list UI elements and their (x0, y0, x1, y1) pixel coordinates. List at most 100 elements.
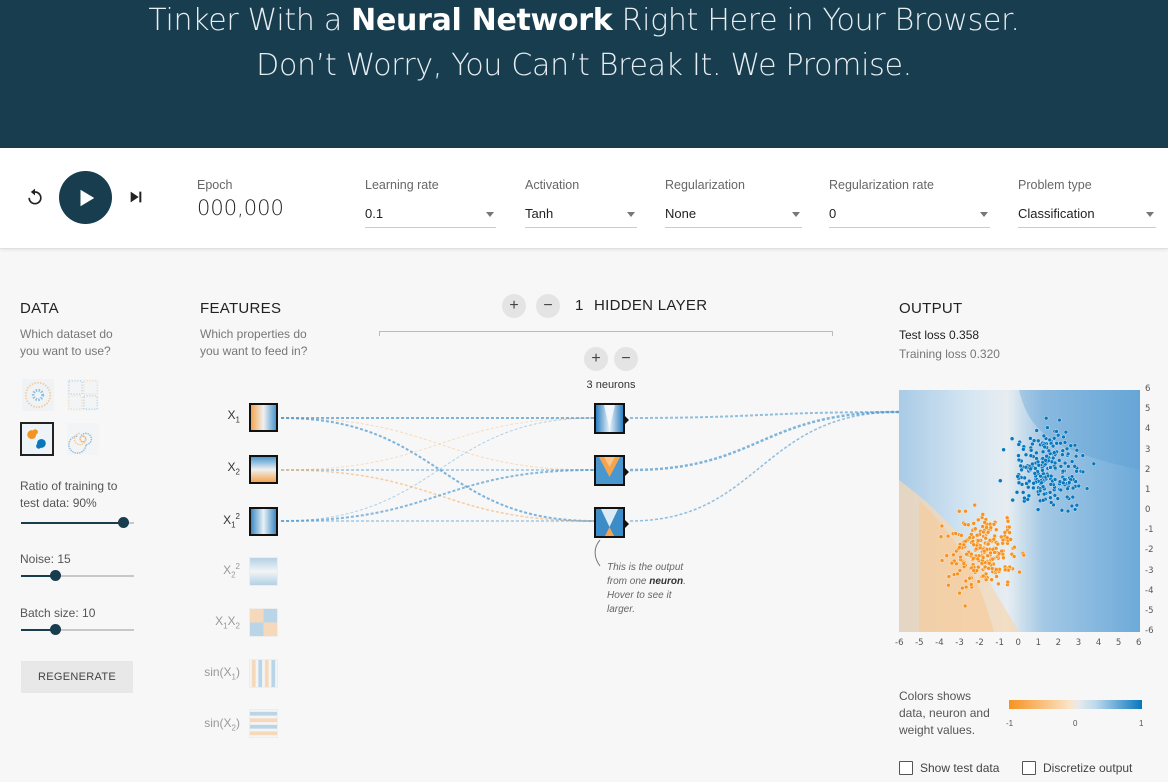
data-point (973, 526, 978, 531)
learning-rate-label: Learning rate (365, 178, 439, 192)
data-point (1048, 482, 1054, 487)
data-point (945, 533, 951, 539)
y-tick: -2 (1145, 545, 1154, 556)
data-point (957, 545, 962, 550)
x-tick: 5 (1115, 638, 1122, 648)
noise-slider[interactable] (21, 570, 134, 582)
data-point (985, 541, 991, 547)
headline-line-1: Tinker With a Neural Network Right Here … (148, 3, 1020, 38)
data-point (938, 534, 944, 539)
regularization-rate-label: Regularization rate (829, 178, 934, 192)
headline-line-2: Don’t Worry, You Can’t Break It. We Prom… (256, 48, 912, 83)
legend-min: -1 (1006, 719, 1014, 728)
slider-handle[interactable] (49, 570, 61, 581)
data-point (1040, 468, 1045, 473)
problem-type-select[interactable]: Classification (1018, 204, 1156, 228)
activation-select[interactable]: Tanh (525, 204, 637, 228)
data-point (1072, 507, 1078, 512)
data-point (951, 552, 956, 558)
feature-x1[interactable] (249, 403, 278, 432)
remove-neuron-button[interactable]: − (614, 347, 638, 371)
regularization-rate-select[interactable]: 0 (829, 204, 990, 228)
regenerate-button[interactable]: REGENERATE (21, 661, 133, 693)
data-point (1009, 436, 1015, 441)
control-bar: Epoch 000,000 Learning rate 0.1 Activati… (0, 148, 1168, 249)
feature-x1-squared[interactable] (249, 507, 278, 536)
neuron-hint-text: This is the output from one neuron. Hove… (607, 562, 686, 615)
y-tick: 4 (1145, 424, 1151, 435)
data-point (1036, 438, 1041, 443)
data-point (1000, 537, 1006, 543)
feature-x2[interactable] (249, 455, 278, 484)
data-point (1091, 461, 1097, 467)
data-point (979, 561, 985, 566)
dataset-circle[interactable] (21, 378, 55, 412)
x-tick: -4 (935, 638, 944, 648)
neuron-1[interactable] (594, 403, 629, 434)
dataset-gaussian[interactable] (20, 422, 54, 456)
data-point (962, 522, 968, 527)
add-neuron-button[interactable]: + (584, 347, 608, 371)
output-heatmap (899, 390, 1140, 632)
data-point (987, 521, 993, 527)
activation-field: Activation Tanh (525, 178, 637, 228)
data-point (959, 533, 964, 538)
data-point (985, 530, 991, 535)
features-heading: FEATURES (200, 300, 282, 317)
data-point (964, 552, 969, 557)
dataset-xor[interactable] (66, 378, 100, 412)
data-subtitle: Which dataset do you want to use? (20, 327, 113, 358)
data-point (1080, 469, 1086, 475)
slider-handle[interactable] (49, 624, 61, 635)
neuron-3[interactable] (594, 507, 629, 538)
data-point (1036, 463, 1042, 468)
data-point (1041, 491, 1047, 497)
slider-handle[interactable] (117, 517, 129, 528)
feature-x2-squared[interactable] (249, 557, 278, 586)
test-loss: Test loss 0.358 (899, 328, 980, 342)
regularization-select[interactable]: None (665, 204, 802, 228)
data-point (1001, 447, 1006, 452)
data-point (1062, 460, 1068, 466)
x-tick: 1 (1035, 638, 1041, 648)
data-point (1061, 480, 1066, 486)
data-point (1031, 485, 1036, 491)
data-point (1008, 537, 1013, 542)
discretize-output-checkbox[interactable]: Discretize output (1022, 761, 1132, 775)
ratio-slider[interactable] (21, 517, 134, 529)
data-point (1057, 458, 1062, 463)
data-point (1052, 477, 1058, 482)
y-tick: -6 (1145, 626, 1154, 636)
data-point (1058, 464, 1064, 469)
data-point (974, 533, 980, 538)
reset-button[interactable] (22, 184, 48, 210)
data-point (1016, 480, 1022, 486)
data-heading: DATA (20, 300, 59, 317)
data-point (1035, 507, 1041, 512)
add-layer-button[interactable]: + (502, 294, 526, 318)
headline-bold: Neural Network (351, 3, 613, 38)
data-point (999, 548, 1004, 554)
data-point (1028, 466, 1033, 472)
data-point (984, 525, 989, 530)
show-test-data-checkbox[interactable]: Show test data (899, 761, 999, 775)
batch-size-slider[interactable] (21, 624, 134, 636)
data-point (1055, 496, 1061, 501)
data-point (1028, 453, 1034, 458)
data-point (946, 582, 951, 588)
feature-sin-x1[interactable] (249, 659, 278, 688)
data-point (1051, 436, 1057, 441)
regularization-label: Regularization (665, 178, 745, 192)
dataset-spiral[interactable] (66, 422, 100, 456)
learning-rate-select[interactable]: 0.1 (365, 204, 496, 228)
feature-x1x2[interactable] (249, 608, 278, 637)
step-button[interactable] (124, 185, 148, 209)
data-point (1054, 429, 1059, 434)
neuron-2[interactable] (594, 455, 629, 486)
remove-layer-button[interactable]: − (536, 294, 560, 318)
feature-sin-x2[interactable] (249, 709, 278, 738)
data-point (960, 585, 965, 591)
data-point (1001, 555, 1006, 561)
regularization-rate-field: Regularization rate 0 (829, 178, 990, 228)
play-button[interactable] (59, 171, 112, 224)
